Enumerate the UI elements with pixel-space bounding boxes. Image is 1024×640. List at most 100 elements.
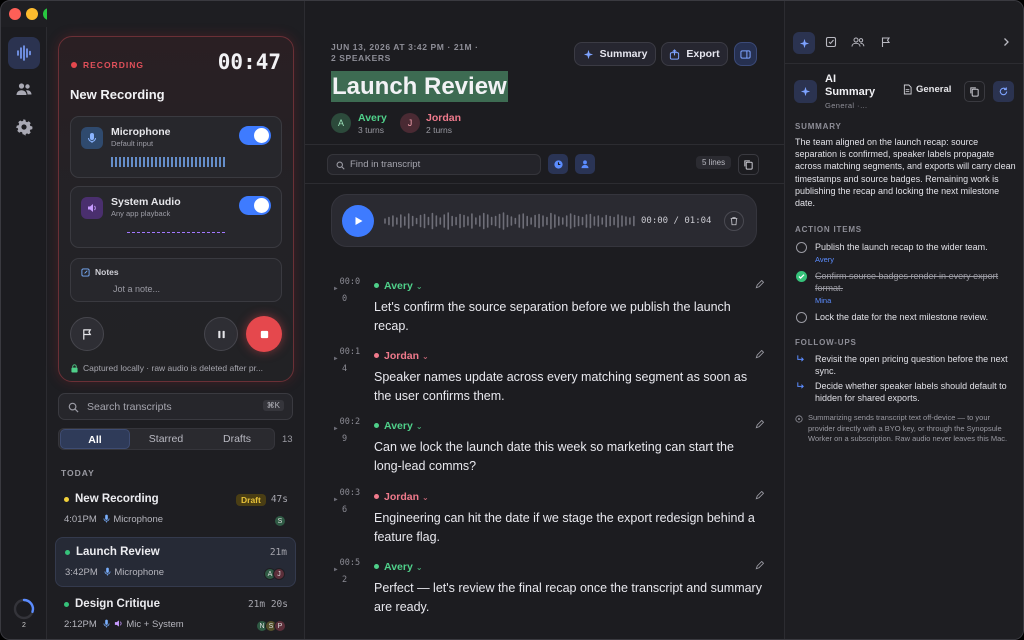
- item-title: New Recording: [75, 493, 159, 505]
- segment-timestamp[interactable]: ▶00:3 6: [334, 488, 360, 516]
- item-source: Microphone: [113, 514, 164, 525]
- segment-speaker[interactable]: Jordan ⌄: [374, 350, 429, 362]
- action-text: Confirm source badges render in every ex…: [815, 271, 999, 293]
- meeting-meta: JUN 13, 2026 AT 3:42 PM · 21M · 2 SPEAKE…: [331, 42, 479, 64]
- current-time: 00:00: [641, 216, 669, 226]
- copy-summary-button[interactable]: [964, 81, 985, 102]
- sparkle-icon: [800, 86, 811, 97]
- mic-icon: [104, 567, 111, 576]
- flags-tab-button[interactable]: [880, 36, 892, 48]
- segment-speaker[interactable]: Avery ⌄: [374, 280, 423, 292]
- segment-timestamp[interactable]: ▶00:1 4: [334, 347, 360, 375]
- tab-all[interactable]: All: [60, 429, 130, 449]
- segment-timestamp[interactable]: ▶00:0 0: [334, 277, 360, 305]
- avatar: J: [273, 568, 285, 580]
- find-in-transcript[interactable]: Find in transcript: [327, 154, 541, 175]
- tab-drafts[interactable]: Drafts: [202, 429, 272, 449]
- rail-settings-button[interactable]: [8, 111, 40, 143]
- export-label: Export: [686, 48, 720, 60]
- recording-item-new-recording[interactable]: New Recording Draft 47s 4:01PM Microphon…: [55, 485, 296, 533]
- speaker-name-jordan[interactable]: Jordan: [426, 112, 461, 124]
- speaker-name-avery[interactable]: Avery: [358, 112, 387, 124]
- timestamp-line1: 00:3: [339, 488, 361, 498]
- segment-timestamp[interactable]: ▶00:5 2: [334, 558, 360, 586]
- microphone-level-meter: [111, 157, 227, 167]
- template-label: General: [916, 84, 952, 95]
- filter-timestamps-button[interactable]: [548, 154, 568, 174]
- item-duration: 47s: [270, 494, 288, 505]
- system-audio-card: System Audio Any app playback: [70, 186, 282, 248]
- transcript-segment[interactable]: ▶00:3 6 Jordan ⌄ Engineering can hit the dat…: [334, 488, 764, 548]
- waveform-scrubber[interactable]: [383, 211, 637, 231]
- action-text: Lock the date for the next milestone rev…: [815, 312, 989, 322]
- transcript-search[interactable]: Search transcripts ⌘K: [58, 393, 293, 420]
- timestamp-line2: 4: [342, 364, 348, 374]
- lock-icon: [71, 364, 78, 373]
- people-icon: [851, 37, 865, 47]
- collapse-panel-button[interactable]: [1001, 37, 1011, 47]
- ai-panel: AI Summary General ·… General SUMMARY The…: [784, 1, 1023, 639]
- find-placeholder: Find in transcript: [350, 159, 421, 170]
- segment-timestamp[interactable]: ▶00:2 9: [334, 417, 360, 445]
- pause-button[interactable]: [204, 317, 238, 351]
- export-button[interactable]: Export: [661, 42, 728, 66]
- search-icon: [68, 402, 79, 413]
- minimize-window-button[interactable]: [26, 8, 38, 20]
- close-window-button[interactable]: [9, 8, 21, 20]
- stop-button[interactable]: [246, 316, 282, 352]
- meeting-title[interactable]: Launch Review: [331, 71, 508, 102]
- segment-speaker[interactable]: Jordan ⌄: [374, 491, 429, 503]
- tab-starred[interactable]: Starred: [131, 429, 201, 449]
- transcript-segment[interactable]: ▶00:5 2 Avery ⌄ Perfect — let's review the f…: [334, 558, 764, 618]
- ai-tab-button[interactable]: [793, 32, 815, 54]
- recording-title[interactable]: New Recording: [70, 87, 165, 102]
- edit-segment-button[interactable]: [755, 420, 764, 429]
- speakers-tab-button[interactable]: [851, 36, 865, 48]
- flag-button[interactable]: [70, 317, 104, 351]
- item-time: 2:12PM: [64, 619, 97, 630]
- regenerate-button[interactable]: [993, 81, 1014, 102]
- transcript-segment[interactable]: ▶00:0 0 Avery ⌄ Let's confirm the source sep…: [334, 277, 764, 337]
- rail-people-button[interactable]: [8, 73, 40, 105]
- rail-recordings-button[interactable]: [8, 37, 40, 69]
- notes-card[interactable]: Notes Jot a note...: [70, 258, 282, 302]
- summary-label: Summary: [599, 48, 648, 60]
- action-checkbox[interactable]: [796, 312, 807, 323]
- tasks-tab-button[interactable]: [825, 36, 837, 48]
- edit-segment-button[interactable]: [755, 491, 764, 500]
- system-audio-label: System Audio: [111, 196, 181, 208]
- summary-button[interactable]: Summary: [574, 42, 656, 66]
- play-segment-icon: ▶: [334, 496, 338, 503]
- segment-speaker[interactable]: Avery ⌄: [374, 561, 423, 573]
- edit-segment-button[interactable]: [755, 280, 764, 289]
- copy-transcript-button[interactable]: [738, 154, 759, 175]
- template-selector[interactable]: General: [903, 84, 951, 95]
- action-owner: Mina: [815, 296, 832, 305]
- recording-item-design-critique[interactable]: Design Critique 21m 20s 2:12PM Mic + Sys…: [55, 590, 296, 638]
- info-icon: [795, 415, 803, 423]
- segment-text: Perfect — let's review the final recap o…: [374, 581, 762, 614]
- recording-item-launch-review[interactable]: Launch Review 21m 3:42PM Microphone AJ: [55, 537, 296, 587]
- transcript-segment[interactable]: ▶00:2 9 Avery ⌄ Can we lock the launch date …: [334, 417, 764, 477]
- system-audio-toggle[interactable]: [239, 196, 271, 215]
- speaker-name: Jordan: [384, 350, 420, 362]
- filter-speaker-button[interactable]: [575, 154, 595, 174]
- action-checkbox-checked[interactable]: [796, 271, 807, 282]
- status-dot: [64, 497, 69, 502]
- speaker-name: Avery: [384, 280, 413, 292]
- delete-audio-button[interactable]: [724, 211, 744, 231]
- action-checkbox[interactable]: [796, 242, 807, 253]
- transcript-segment[interactable]: ▶00:1 4 Jordan ⌄ Speaker names update across…: [334, 347, 764, 407]
- timestamp-line1: 00:1: [339, 347, 361, 357]
- line-count-badge: 5 lines: [696, 156, 732, 169]
- edit-segment-button[interactable]: [755, 561, 764, 570]
- toggle-sidebar-button[interactable]: [734, 42, 757, 66]
- speaker-dot: [374, 564, 379, 569]
- microphone-toggle[interactable]: [239, 126, 271, 145]
- edit-segment-button[interactable]: [755, 350, 764, 359]
- follow-up-text: Decide whether speaker labels should def…: [815, 381, 1007, 403]
- play-button[interactable]: [342, 205, 374, 237]
- segment-speaker[interactable]: Avery ⌄: [374, 420, 423, 432]
- notes-input[interactable]: Jot a note...: [113, 284, 160, 294]
- refresh-icon: [999, 87, 1008, 96]
